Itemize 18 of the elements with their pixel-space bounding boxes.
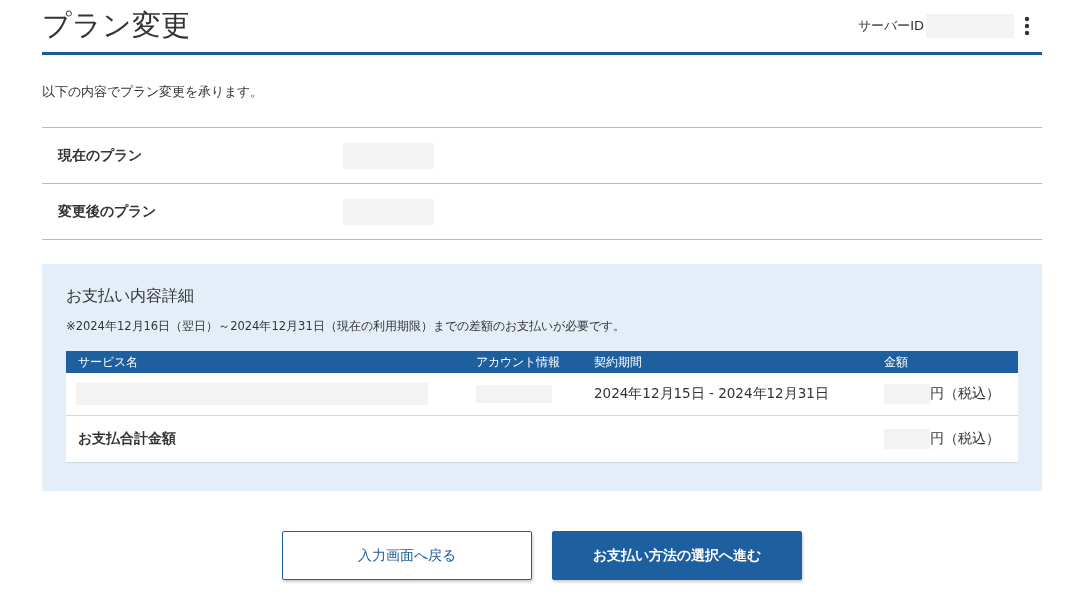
note-text: ※2024年12月16日（翌日）～2024年12月31日（現在の利用期限）までの差額のお支払いが必要です。 bbox=[66, 319, 626, 334]
table-cell-text: 2024年12月15日 - 2024年12月31日 bbox=[594, 385, 830, 403]
column-header: 契約期間 bbox=[594, 353, 643, 371]
server-id-label: サーバーID bbox=[858, 17, 924, 35]
section-title: お支払い内容詳細 bbox=[66, 286, 195, 307]
total-label: お支払合計金額 bbox=[77, 430, 177, 448]
plan-label: 現在のプラン bbox=[56, 146, 143, 165]
table-cell: 円（税込） bbox=[930, 385, 1000, 403]
back-button[interactable]: 入力画面へ戻る bbox=[282, 531, 532, 580]
more-menu-icon[interactable] bbox=[1024, 16, 1030, 36]
column-header: アカウント情報 bbox=[476, 353, 561, 371]
intro-text: 以下の内容でプラン変更を承ります。 bbox=[42, 83, 264, 101]
column-header: 金額 bbox=[884, 353, 909, 371]
table-cell: 円（税込） bbox=[930, 430, 1000, 448]
plan-label: 変更後のプラン bbox=[57, 202, 157, 221]
next-button[interactable]: お支払い方法の選択へ進む bbox=[552, 531, 802, 580]
column-header: サービス名 bbox=[77, 353, 139, 371]
page-title: プラン変更 bbox=[42, 7, 190, 44]
